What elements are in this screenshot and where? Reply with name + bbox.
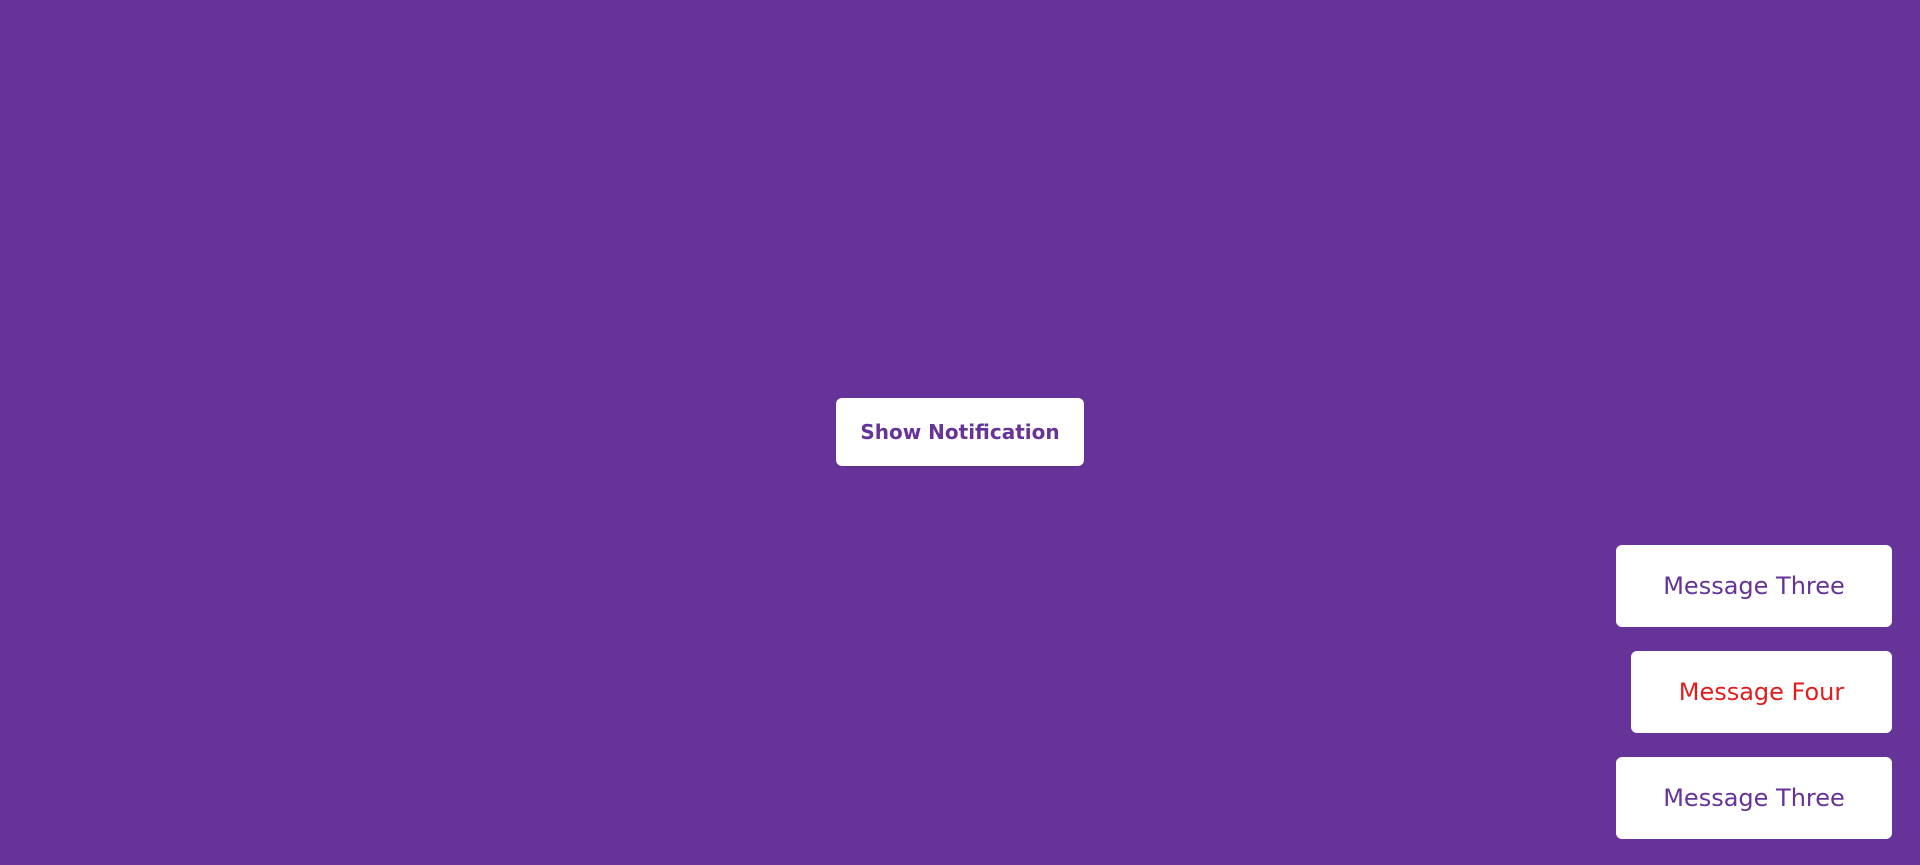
notification-toast[interactable]: Message Four [1631, 651, 1892, 733]
notification-stack: Message Three Message Four Message Three [1616, 545, 1892, 839]
notification-toast[interactable]: Message Three [1616, 757, 1892, 839]
notification-text: Message Four [1678, 678, 1845, 706]
notification-text: Message Three [1663, 784, 1845, 812]
show-notification-button[interactable]: Show Notification [836, 397, 1084, 466]
notification-text: Message Three [1663, 572, 1845, 600]
notification-toast[interactable]: Message Three [1616, 545, 1892, 627]
